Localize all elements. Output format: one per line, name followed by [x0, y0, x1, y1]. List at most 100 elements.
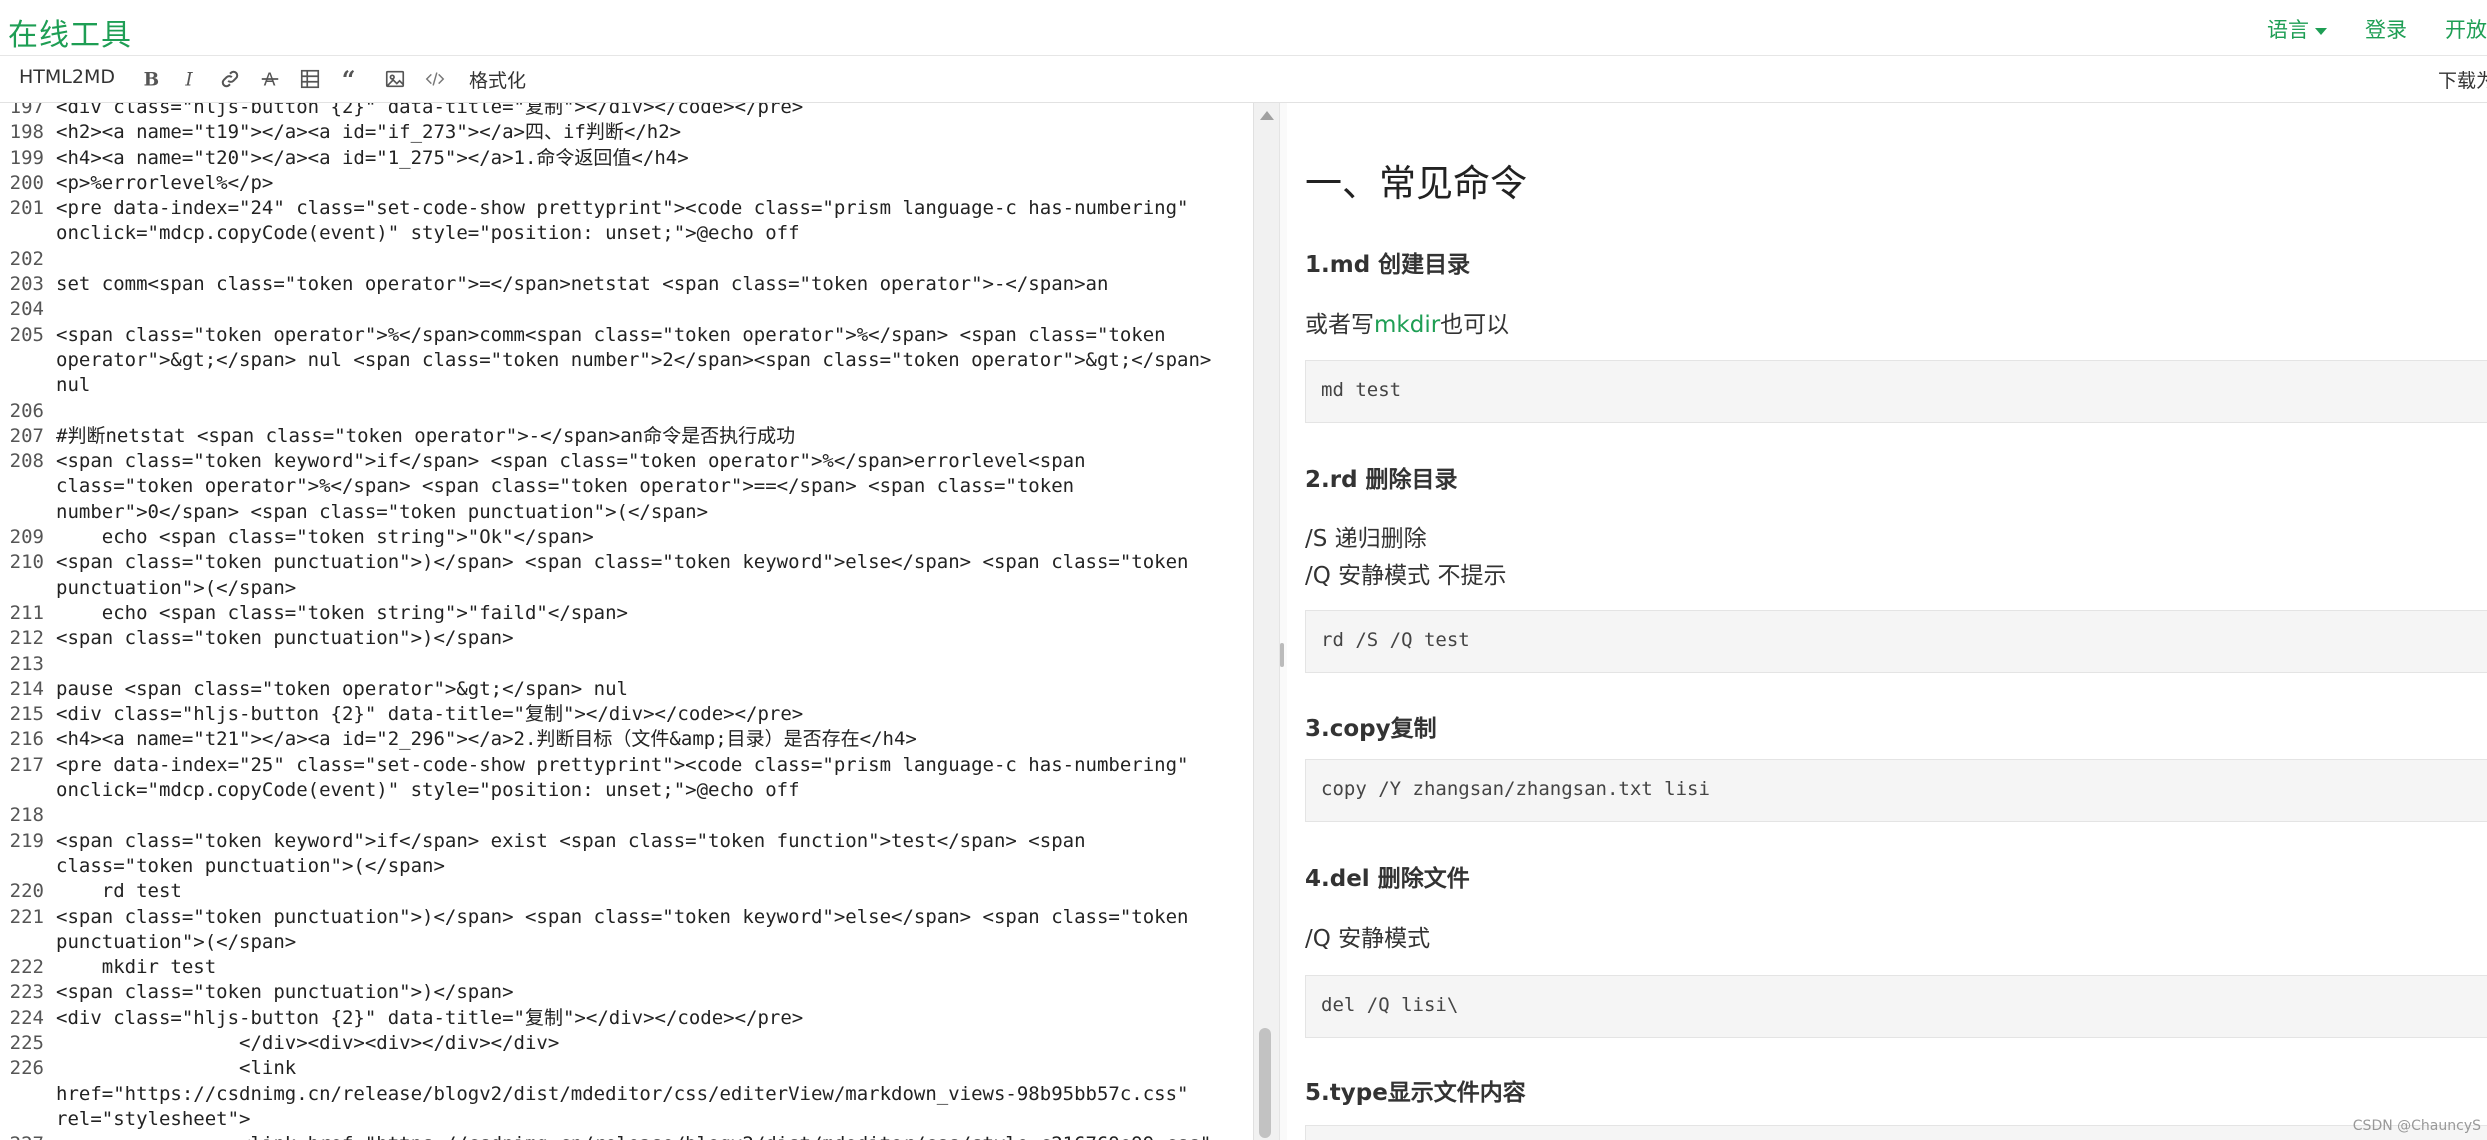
italic-icon[interactable]: I — [176, 65, 204, 93]
line-content: onclick="mdcp.copyCode(event)" style="po… — [56, 779, 800, 802]
code-line[interactable]: onclick="mdcp.copyCode(event)" style="po… — [0, 221, 1253, 246]
code-line[interactable]: onclick="mdcp.copyCode(event)" style="po… — [0, 778, 1253, 803]
site-logo[interactable]: 在线工具 — [8, 10, 132, 54]
code-line[interactable]: class="token operator">%</span> <span cl… — [0, 474, 1253, 499]
code-line[interactable]: 201 <pre data-index="24" class="set-code-… — [0, 196, 1253, 221]
download-button[interactable]: 下载为 — [2438, 66, 2487, 93]
line-number: 214 — [9, 677, 44, 700]
code-line[interactable]: 226 <link — [0, 1056, 1253, 1081]
code-line[interactable]: 224 <div class="hljs-button {2}" data-tit… — [0, 1006, 1253, 1031]
section-del-title: 4.del 删除文件 — [1305, 866, 1470, 892]
line-content: <pre data-index="25" class="set-code-sho… — [56, 753, 1189, 776]
code-line[interactable]: 212 <span class="token punctuation">)</sp… — [0, 626, 1253, 651]
line-content: <span class="token operator">%</span>com… — [56, 323, 1166, 346]
line-content: <h4><a name="t20"></a><a id="1_275"></a>… — [56, 146, 689, 169]
line-content: <span class="token keyword">if</span> <s… — [56, 450, 1086, 473]
line-content: class="token punctuation">(</span> — [56, 854, 445, 877]
code-line[interactable]: 198 <h2><a name="t19"></a><a id="if_273">… — [0, 120, 1253, 145]
code-line[interactable]: class="token punctuation">(</span> — [0, 854, 1253, 879]
line-number: 201 — [9, 197, 44, 220]
quote-icon[interactable]: “ — [336, 65, 364, 93]
code-line[interactable]: rel="stylesheet"> — [0, 1107, 1253, 1132]
image-icon[interactable] — [381, 65, 409, 93]
code-line[interactable]: 202 — [0, 247, 1253, 272]
code-line[interactable]: 211 echo <span class="token string">"fai… — [0, 601, 1253, 626]
line-number: 204 — [9, 298, 44, 321]
code-block: del /Q lisi\ — [1305, 975, 2487, 1038]
code-line[interactable]: 197 <div class="hljs-button {2}" data-tit… — [0, 103, 1253, 120]
line-content: <div class="hljs-button {2}" data-title=… — [56, 703, 804, 726]
section-rd-text-1: /S 递归删除 — [1305, 526, 1427, 552]
mode-label: HTML2MD — [19, 66, 115, 88]
code-line[interactable]: operator">&gt;</span> nul <span class="t… — [0, 348, 1253, 373]
code-line[interactable]: 208 <span class="token keyword">if</span>… — [0, 449, 1253, 474]
code-line[interactable]: number">0</span> <span class="token punc… — [0, 500, 1253, 525]
code-line[interactable]: 209 echo <span class="token string">"Ok"… — [0, 525, 1253, 550]
line-content: <span class="token keyword">if</span> ex… — [56, 829, 1086, 852]
code-line[interactable]: href="https://csdnimg.cn/release/blogv2/… — [0, 1082, 1253, 1107]
code-line[interactable]: 204 — [0, 297, 1253, 322]
code-line[interactable]: 216 <h4><a name="t21"></a><a id="2_296"><… — [0, 727, 1253, 752]
code-line[interactable]: 200 <p>%errorlevel%</p> — [0, 171, 1253, 196]
code-line[interactable]: 215 <div class="hljs-button {2}" data-tit… — [0, 702, 1253, 727]
bold-icon[interactable]: B — [136, 65, 164, 93]
line-content: <div class="hljs-button {2}" data-title=… — [56, 103, 804, 118]
line-content: rd test — [56, 880, 182, 903]
line-content: href="https://csdnimg.cn/release/blogv2/… — [56, 1082, 1189, 1105]
code-line[interactable]: 213 — [0, 652, 1253, 677]
code-line[interactable]: punctuation">(</span> — [0, 930, 1253, 955]
code-block: md test — [1305, 360, 2487, 423]
code-line[interactable]: 214 pause <span class="token operator">&g… — [0, 677, 1253, 702]
line-number: 198 — [9, 121, 44, 144]
scroll-thumb[interactable] — [1259, 1028, 1271, 1138]
line-content: echo <span class="token string">"faild"<… — [56, 601, 628, 624]
code-line[interactable]: 205 <span class="token operator">%</span>… — [0, 323, 1253, 348]
table-icon[interactable] — [296, 65, 324, 93]
code-line[interactable]: 220 rd test — [0, 879, 1253, 904]
code-line[interactable]: 199 <h4><a name="t20"></a><a id="1_275"><… — [0, 146, 1253, 171]
scroll-up-icon[interactable] — [1260, 111, 1274, 120]
login-link[interactable]: 登录 — [2365, 14, 2407, 44]
code-line[interactable]: 223 <span class="token punctuation">)</sp… — [0, 980, 1253, 1005]
line-content: mkdir test — [56, 956, 217, 979]
watermark-text: CSDN @ChauncyS — [2352, 1118, 2481, 1134]
code-text: rd /S /Q test — [1321, 629, 1470, 651]
code-line[interactable]: 217 <pre data-index="25" class="set-code-… — [0, 753, 1253, 778]
line-content: <h2><a name="t19"></a><a id="if_273"></a… — [56, 121, 682, 144]
line-number: 200 — [9, 171, 44, 194]
line-content: <span class="token punctuation">)</span> — [56, 981, 514, 1004]
code-line[interactable]: 225 </div><div><div></div></div> — [0, 1031, 1253, 1056]
code-line[interactable]: 206 — [0, 399, 1253, 424]
editor-scrollbar[interactable] — [1253, 103, 1280, 1140]
code-line[interactable]: 227 <link href="https://csdnimg.cn/relea… — [0, 1132, 1253, 1140]
line-content: <p>%errorlevel%</p> — [56, 171, 274, 194]
link-icon[interactable] — [216, 65, 244, 93]
section-del-text: /Q 安静模式 — [1305, 926, 1431, 952]
code-line[interactable]: 207 #判断netstat <span class="token operato… — [0, 424, 1253, 449]
html-editor[interactable]: 197 <div class="hljs-button {2}" data-tit… — [0, 103, 1254, 1140]
strikethrough-icon[interactable]: A — [256, 65, 284, 93]
line-number: 203 — [9, 273, 44, 296]
language-dropdown[interactable]: 语言 — [2267, 14, 2327, 44]
format-button[interactable]: 格式化 — [469, 66, 526, 93]
mkdir-link[interactable]: mkdir — [1374, 312, 1440, 338]
line-number: 210 — [9, 551, 44, 574]
open-link[interactable]: 开放 — [2445, 14, 2487, 44]
code-line[interactable]: 203 set comm<span class="token operator">… — [0, 272, 1253, 297]
code-line[interactable]: 218 — [0, 803, 1253, 828]
section-type-title: 5.type显示文件内容 — [1305, 1080, 1526, 1106]
line-number: 227 — [0, 1132, 44, 1140]
code-line[interactable]: 219 <span class="token keyword">if</span>… — [0, 829, 1253, 854]
line-number: 218 — [9, 804, 44, 827]
code-line[interactable]: punctuation">(</span> — [0, 576, 1253, 601]
code-line[interactable]: nul — [0, 373, 1253, 398]
line-number: 212 — [9, 627, 44, 650]
code-line[interactable]: 222 mkdir test — [0, 955, 1253, 980]
svg-text:A: A — [264, 70, 276, 90]
code-block — [1305, 1125, 2487, 1140]
section-rd-title: 2.rd 删除目录 — [1305, 467, 1458, 493]
line-number: 211 — [9, 601, 44, 624]
code-line[interactable]: 210 <span class="token punctuation">)</sp… — [0, 550, 1253, 575]
code-line[interactable]: 221 <span class="token punctuation">)</sp… — [0, 905, 1253, 930]
code-icon[interactable] — [421, 65, 449, 93]
